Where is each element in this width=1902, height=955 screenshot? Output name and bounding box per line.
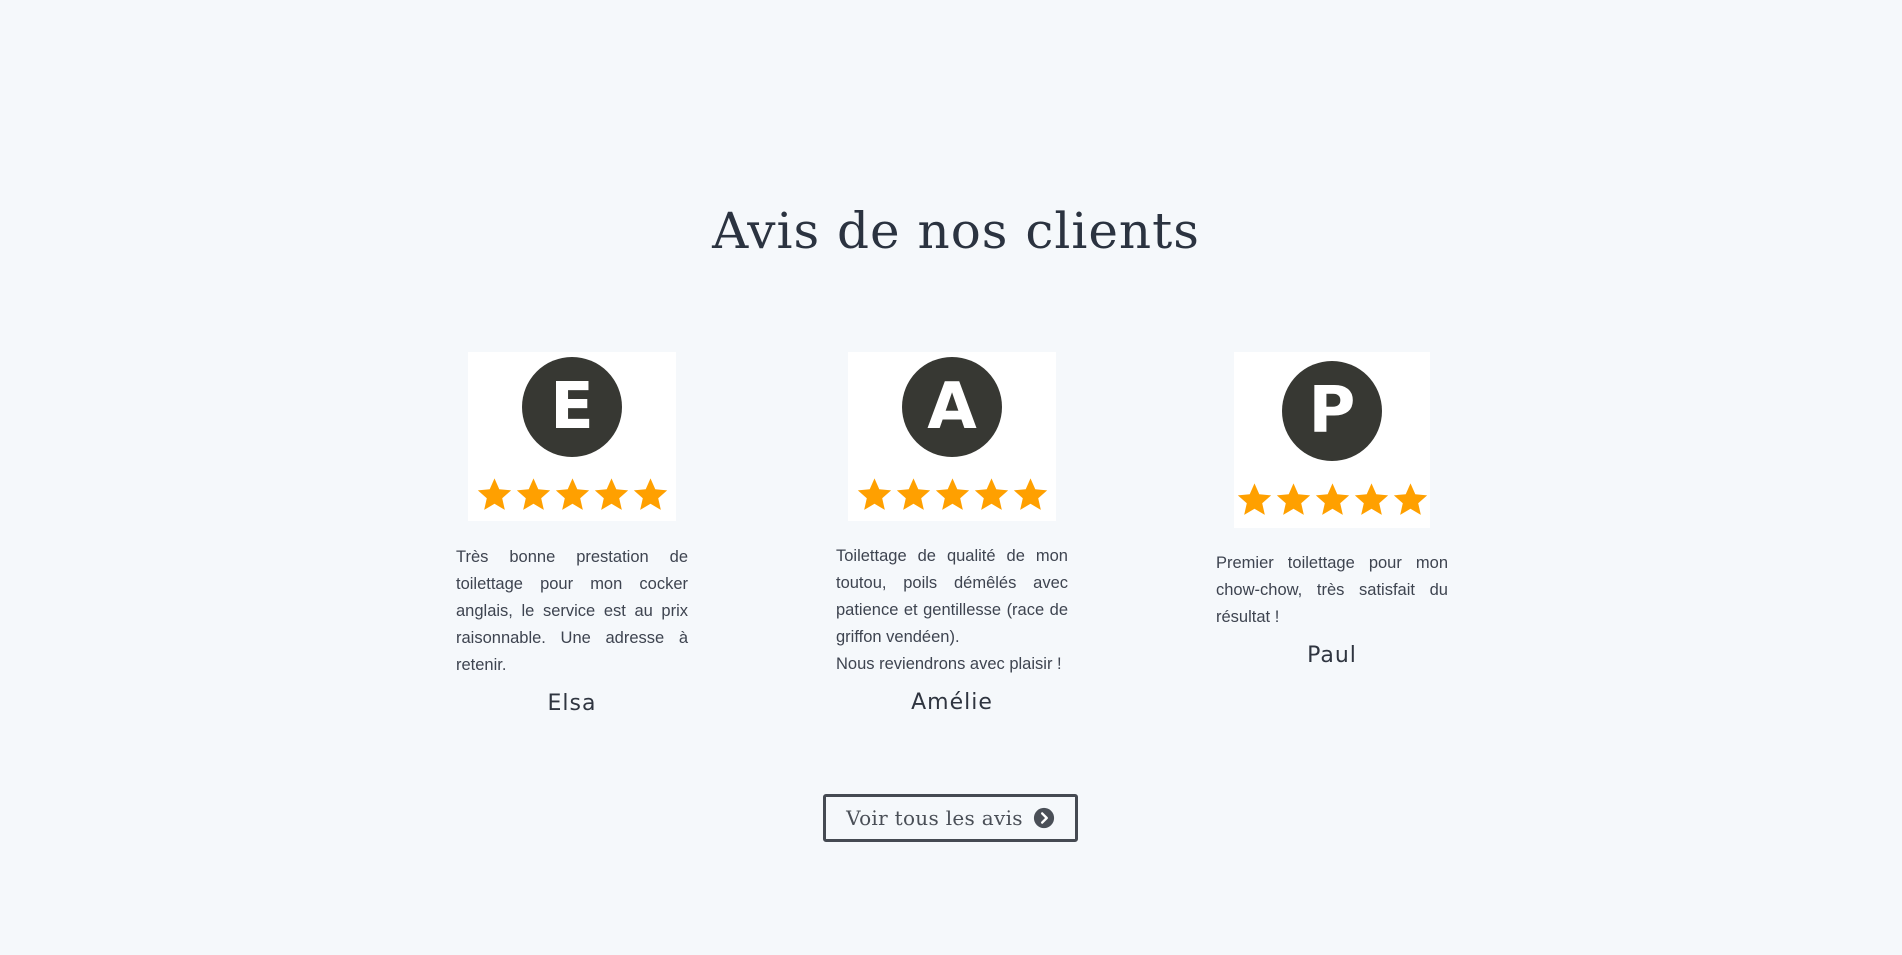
star-icon xyxy=(896,478,930,510)
star-icon xyxy=(1354,483,1388,515)
chevron-circle-right-icon xyxy=(1033,807,1054,829)
review-author: Amélie xyxy=(911,690,993,715)
star-icon xyxy=(633,478,667,510)
review-author: Paul xyxy=(1307,643,1357,668)
section-title: Avis de nos clients xyxy=(712,202,1200,260)
star-rating xyxy=(468,476,676,513)
star-rating xyxy=(848,476,1056,513)
avatar: P xyxy=(1282,361,1382,461)
star-icon xyxy=(555,478,589,510)
avatar: E xyxy=(522,357,622,457)
see-all-reviews-label: Voir tous les avis xyxy=(846,806,1023,830)
review-text: Très bonne prestation de toilettage pour… xyxy=(456,548,688,674)
star-icon xyxy=(477,478,511,510)
review-card-amelie: A Toilettage de qualité de mon toutou, p… xyxy=(836,352,1068,718)
review-card-elsa: E Très bonne prestation de toilettage po… xyxy=(456,352,688,719)
star-icon xyxy=(857,478,891,510)
star-icon xyxy=(594,478,628,510)
star-icon xyxy=(1315,483,1349,515)
review-rating-box: E xyxy=(468,352,676,521)
star-rating xyxy=(1234,481,1430,518)
star-icon xyxy=(1393,483,1427,515)
see-all-reviews-button[interactable]: Voir tous les avis xyxy=(823,794,1078,842)
star-icon xyxy=(974,478,1008,510)
star-icon xyxy=(935,478,969,510)
avatar: A xyxy=(902,357,1002,457)
star-icon xyxy=(1013,478,1047,510)
star-icon xyxy=(1276,483,1310,515)
review-card-paul: P Premier toilettage pour mon chow-chow,… xyxy=(1216,352,1448,671)
review-author: Elsa xyxy=(547,691,597,716)
review-rating-box: P xyxy=(1234,352,1430,528)
star-icon xyxy=(516,478,550,510)
review-rating-box: A xyxy=(848,352,1056,521)
star-icon xyxy=(1237,483,1271,515)
review-text: Toilettage de qualité de mon toutou, poi… xyxy=(836,547,1068,673)
review-text: Premier toilettage pour mon chow-chow, t… xyxy=(1216,554,1448,626)
